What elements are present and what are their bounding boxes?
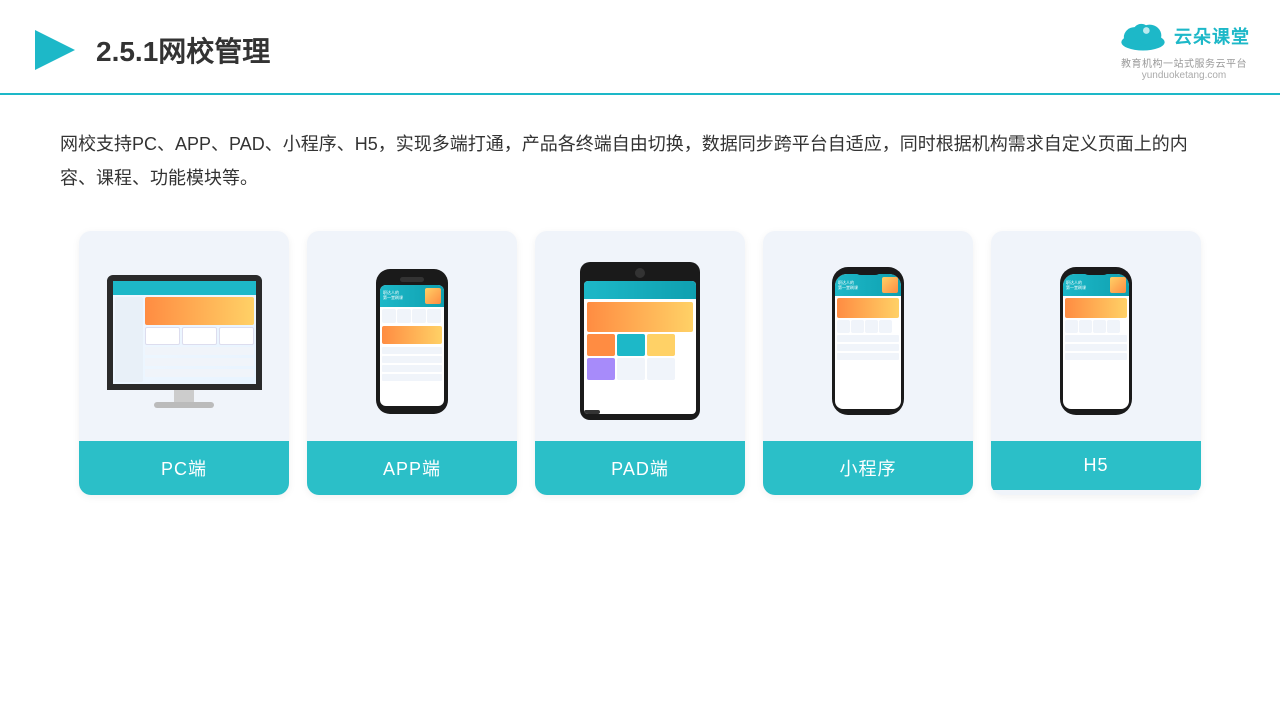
card-app: 职达人的 第一堂刷课 bbox=[307, 231, 517, 495]
logo-cloud: 云朵课堂 bbox=[1118, 18, 1250, 53]
logo-area: 云朵课堂 教育机构一站式服务云平台 yunduoketang.com bbox=[1118, 18, 1250, 81]
card-image-miniapp: 职达人的 第一堂刷课 bbox=[763, 231, 973, 441]
card-label-pc: PC端 bbox=[79, 441, 289, 495]
monitor-screen bbox=[107, 275, 262, 390]
phone-mockup-app: 职达人的 第一堂刷课 bbox=[376, 269, 448, 414]
logo-tagline: 教育机构一站式服务云平台 bbox=[1121, 55, 1247, 70]
card-label-h5: H5 bbox=[991, 441, 1201, 490]
logo-url: yunduoketang.com bbox=[1142, 70, 1227, 81]
monitor-mockup bbox=[107, 275, 262, 408]
card-pad: PAD端 bbox=[535, 231, 745, 495]
play-icon bbox=[30, 25, 80, 75]
phone-notch-mockup-h5: 职达人的 第一堂刷课 bbox=[1060, 267, 1132, 415]
header: 2.5.1网校管理 云朵课堂 教育机构一站式服务云平台 yunduoketang… bbox=[0, 0, 1280, 95]
card-image-pad bbox=[535, 231, 745, 441]
card-label-pad: PAD端 bbox=[535, 441, 745, 495]
header-left: 2.5.1网校管理 bbox=[30, 25, 270, 75]
card-label-app: APP端 bbox=[307, 441, 517, 495]
tablet-mockup bbox=[580, 262, 700, 420]
card-image-pc bbox=[79, 231, 289, 441]
logo-text-main: 云朵课堂 bbox=[1174, 23, 1250, 49]
card-miniapp: 职达人的 第一堂刷课 bbox=[763, 231, 973, 495]
cloud-icon bbox=[1118, 18, 1168, 53]
description-text: 网校支持PC、APP、PAD、小程序、H5，实现多端打通，产品各终端自由切换，数… bbox=[60, 134, 1188, 188]
cards-container: PC端 职达人的 第一堂刷课 bbox=[0, 211, 1280, 525]
card-image-app: 职达人的 第一堂刷课 bbox=[307, 231, 517, 441]
card-h5: 职达人的 第一堂刷课 bbox=[991, 231, 1201, 495]
card-label-miniapp: 小程序 bbox=[763, 441, 973, 495]
card-pc: PC端 bbox=[79, 231, 289, 495]
page-title: 2.5.1网校管理 bbox=[96, 30, 270, 70]
description: 网校支持PC、APP、PAD、小程序、H5，实现多端打通，产品各终端自由切换，数… bbox=[0, 95, 1280, 211]
phone-notch-mockup-miniapp: 职达人的 第一堂刷课 bbox=[832, 267, 904, 415]
card-image-h5: 职达人的 第一堂刷课 bbox=[991, 231, 1201, 441]
